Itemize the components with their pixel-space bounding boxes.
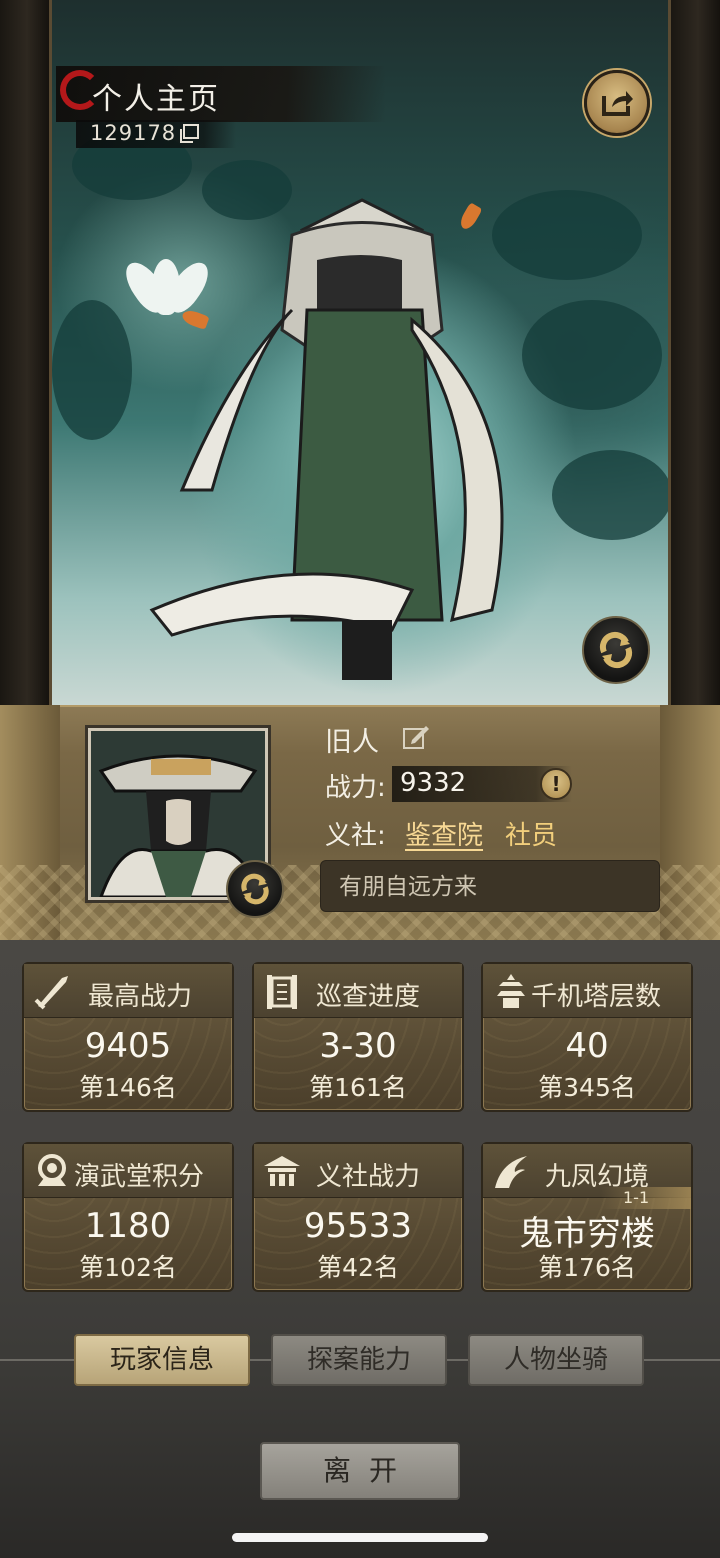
stat-value: 40: [565, 1026, 609, 1066]
stat-value: 9405: [84, 1026, 172, 1066]
share-button[interactable]: [584, 70, 650, 136]
stat-title: 巡查进度: [316, 982, 421, 1012]
stat-rank: 第161名: [309, 1073, 407, 1102]
tab-investigation[interactable]: 探案能力: [271, 1334, 447, 1386]
player-id: 129178: [90, 121, 177, 145]
sword-icon: [34, 976, 68, 1010]
tab-mount[interactable]: 人物坐骑: [468, 1334, 644, 1386]
power-value: 9332: [400, 768, 467, 798]
stat-title: 千机塔层数: [531, 982, 662, 1012]
stat-title: 演武堂积分: [74, 1162, 205, 1192]
edit-icon[interactable]: [402, 724, 430, 750]
stat-value: 95533: [303, 1206, 413, 1246]
stat-value: 1180: [84, 1206, 172, 1246]
player-nickname: 旧人: [325, 727, 379, 758]
copy-icon[interactable]: [178, 124, 200, 144]
hall-icon: [264, 1156, 300, 1186]
home-indicator[interactable]: [232, 1533, 488, 1542]
stat-rank: 第176名: [538, 1253, 636, 1282]
phoenix-icon: [495, 1156, 527, 1188]
power-label: 战力:: [325, 773, 386, 803]
guild-role: 社员: [505, 821, 558, 851]
pagoda-icon: [497, 974, 525, 1008]
refresh-icon: [599, 631, 633, 669]
stat-rank: 第345名: [538, 1073, 636, 1102]
guild-name-link[interactable]: 鉴查院: [405, 815, 483, 852]
stat-title: 最高战力: [88, 982, 193, 1012]
tab-player-info[interactable]: 玩家信息: [74, 1334, 250, 1386]
motto-field[interactable]: 有朋自远方来: [320, 860, 660, 912]
stat-title: 义社战力: [316, 1162, 421, 1192]
stat-card-tower-floors[interactable]: 千机塔层数 40 第345名: [481, 962, 693, 1112]
change-artwork-button[interactable]: [582, 616, 650, 684]
left-frame: [0, 0, 52, 705]
change-avatar-button[interactable]: [226, 860, 284, 918]
stat-rank: 第42名: [317, 1253, 399, 1282]
page-title: 个人主页: [92, 82, 220, 117]
share-icon: [602, 91, 633, 116]
guild-label: 义社:: [325, 821, 386, 851]
stat-card-arena-score[interactable]: 演武堂积分 1180 第102名: [22, 1142, 234, 1292]
medal-icon: [38, 1154, 66, 1186]
scroll-icon: [267, 975, 297, 1009]
leave-button[interactable]: 离开: [260, 1442, 460, 1500]
stat-card-patrol-progress[interactable]: 巡查进度 3-30 第161名: [252, 962, 464, 1112]
stat-card-guild-power[interactable]: 义社战力 95533 第42名: [252, 1142, 464, 1292]
stat-rank: 第146名: [79, 1073, 177, 1102]
stat-rank: 第102名: [79, 1253, 177, 1282]
stat-card-max-power[interactable]: 最高战力 9405 第146名: [22, 962, 234, 1112]
stat-value: 3-30: [319, 1026, 397, 1066]
right-frame: [668, 0, 720, 705]
character-figure: [149, 198, 504, 680]
refresh-icon: [241, 873, 269, 905]
stat-card-phoenix-realm[interactable]: 九凤幻境 1-1 鬼市穷楼 第176名: [481, 1142, 693, 1292]
power-info-icon[interactable]: !: [540, 768, 572, 800]
